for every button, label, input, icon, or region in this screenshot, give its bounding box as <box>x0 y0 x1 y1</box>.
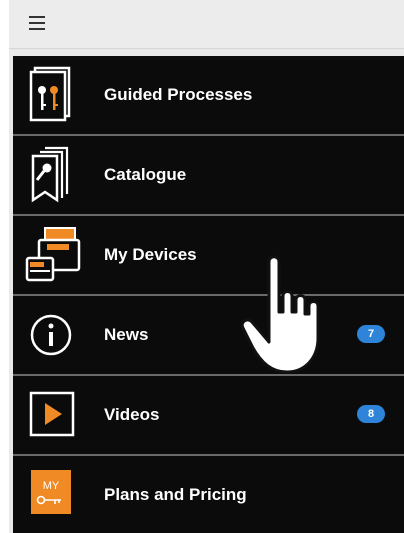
menu-item-catalogue[interactable]: Catalogue <box>13 136 404 216</box>
navigation-menu: Guided Processes Catalogue My Devices Ne… <box>13 56 404 533</box>
play-icon <box>21 382 81 448</box>
app-window: Guided Processes Catalogue My Devices Ne… <box>9 0 404 533</box>
menu-item-my-devices[interactable]: My Devices <box>13 216 404 296</box>
menu-item-guided-processes[interactable]: Guided Processes <box>13 56 404 136</box>
hamburger-menu-icon[interactable] <box>29 16 45 30</box>
menu-item-news[interactable]: News 7 <box>13 296 404 376</box>
unread-count-badge: 7 <box>357 325 385 343</box>
my-key-icon: MY <box>21 462 81 528</box>
devices-icon <box>21 222 81 288</box>
pointing-hand-icon <box>239 250 339 380</box>
keys-book-icon <box>21 62 81 128</box>
menu-item-plans-and-pricing[interactable]: MY Plans and Pricing <box>13 456 404 533</box>
menu-item-label: Guided Processes <box>104 85 253 104</box>
my-key-icon-text: MY <box>43 480 60 492</box>
menu-item-label: News <box>104 325 149 344</box>
menu-item-label: Videos <box>104 405 160 424</box>
menu-item-label: Plans and Pricing <box>104 485 247 504</box>
menu-item-videos[interactable]: Videos 8 <box>13 376 404 456</box>
info-icon <box>21 302 81 368</box>
menu-item-label: My Devices <box>104 245 197 264</box>
top-bar <box>9 0 404 49</box>
unread-count-badge: 8 <box>357 405 385 423</box>
menu-item-label: Catalogue <box>104 165 187 184</box>
catalogue-key-icon <box>21 142 81 208</box>
